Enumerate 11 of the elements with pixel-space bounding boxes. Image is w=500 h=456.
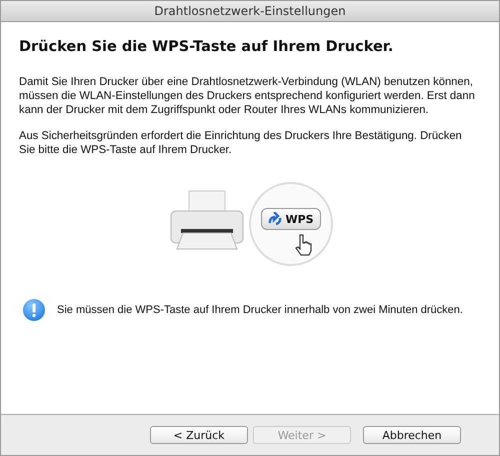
window-title: Drahtlosnetzwerk-Einstellungen bbox=[154, 4, 346, 18]
dialog-button[interactable]: Abbrechen bbox=[363, 426, 461, 444]
info-icon bbox=[23, 299, 45, 321]
heading: Drücken Sie die WPS-Taste auf Ihrem Drucker. bbox=[19, 39, 394, 55]
wps-key: WPS bbox=[261, 208, 321, 230]
paragraph: Damit Sie Ihren Drucker über eine Drahtlosnetzwerk-Verbindung (WLAN) benutzen können, müssen die WLAN-Einstellungen des Druckers entsprechend konfiguriert werden. Erst dann kann der Drucker mit dem Zugriffspunkt oder Router Ihres WLANs kommunizieren. bbox=[19, 75, 476, 117]
notice-text: Sie müssen die WPS-Taste auf Ihrem Drucker innerhalb von zwei Minuten drücken. bbox=[57, 304, 463, 316]
refresh-icon bbox=[268, 212, 282, 226]
dialog-button[interactable]: < Zurück bbox=[150, 426, 248, 444]
hand-cursor-icon bbox=[295, 234, 313, 256]
paragraph: Aus Sicherheitsgründen erfordert die Einrichtung des Druckers Ihre Bestätigung. Drücken Sie bitte die WPS-Taste auf Ihrem Drucker. bbox=[19, 129, 463, 157]
